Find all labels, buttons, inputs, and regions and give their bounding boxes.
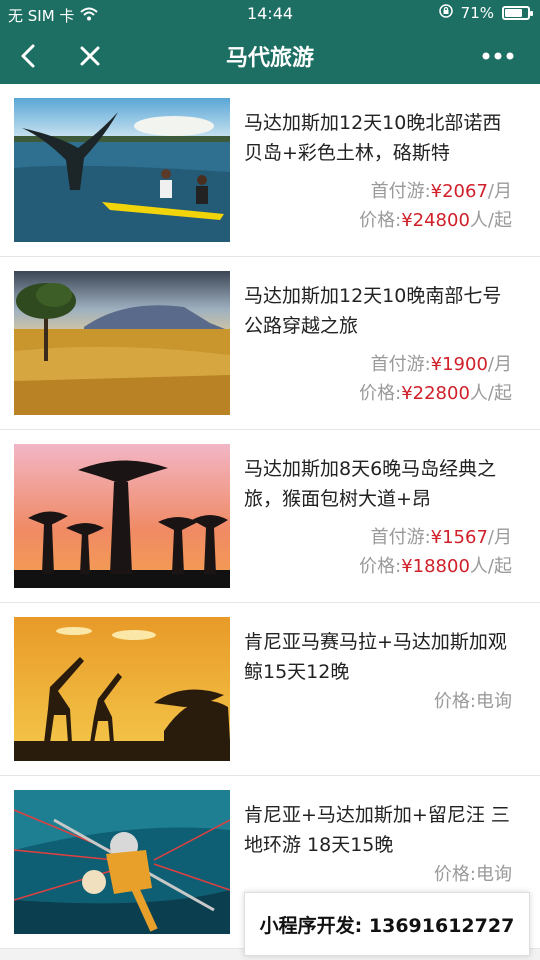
tour-thumbnail-giraffes — [14, 617, 230, 761]
tour-thumbnail-savanna — [14, 271, 230, 415]
nav-header: 马代旅游 — [0, 28, 540, 84]
price: 价格:电询 — [434, 860, 512, 886]
tour-name: 马达加斯加12天10晚南部七号公路穿越之旅 — [244, 285, 502, 337]
tour-list: 马达加斯加12天10晚北部诺西贝岛+彩色土林，硌斯特 首付游:¥2067/月 价… — [0, 84, 540, 949]
price-label: 价格: — [359, 556, 402, 577]
installment-value: ¥2067 — [430, 181, 488, 202]
price-value: 电询 — [476, 864, 512, 885]
tour-item[interactable]: 肯尼亚马赛马拉+马达加斯加观鲸15天12晚 价格:电询 — [0, 603, 540, 776]
price: 价格:电询 — [434, 687, 512, 713]
price-label: 价格: — [433, 864, 476, 885]
price-suffix: 人/起 — [469, 556, 512, 577]
tour-thumbnail-baobab — [14, 444, 230, 588]
installment-label: 首付游: — [370, 181, 431, 202]
price-label: 价格: — [433, 691, 476, 712]
installment-label: 首付游: — [370, 354, 431, 375]
installment-price: 首付游:¥1567/月 — [371, 523, 512, 549]
tour-name: 马达加斯加12天10晚北部诺西贝岛+彩色土林，硌斯特 — [244, 112, 502, 164]
installment-value: ¥1900 — [430, 354, 488, 375]
installment-value: ¥1567 — [430, 527, 488, 548]
status-bar: 无 SIM 卡 14:44 71% — [0, 0, 540, 28]
installment-label: 首付游: — [370, 527, 431, 548]
price-value: ¥18800 — [401, 556, 470, 577]
tour-name: 马达加斯加8天6晚马岛经典之旅，猴面包树大道+昂 — [244, 458, 497, 510]
tour-item[interactable]: 马达加斯加12天10晚北部诺西贝岛+彩色土林，硌斯特 首付游:¥2067/月 价… — [0, 84, 540, 257]
price: 价格:¥22800人/起 — [359, 379, 512, 405]
price-value: ¥22800 — [401, 383, 470, 404]
top-bar: 无 SIM 卡 14:44 71% 马代旅游 — [0, 0, 540, 84]
installment-suffix: /月 — [487, 181, 512, 202]
price-suffix: 人/起 — [469, 383, 512, 404]
tour-thumbnail-island — [14, 790, 230, 934]
price: 价格:¥18800人/起 — [359, 552, 512, 578]
more-button[interactable] — [476, 38, 520, 74]
page-title: 马代旅游 — [225, 46, 314, 71]
tour-name: 肯尼亚+马达加斯加+留尼汪 三地环游 18天15晚 — [244, 804, 510, 856]
battery-icon — [502, 6, 533, 20]
price-label: 价格: — [359, 383, 402, 404]
price-value: ¥24800 — [401, 210, 470, 231]
installment-suffix: /月 — [487, 354, 512, 375]
price: 价格:¥24800人/起 — [359, 206, 512, 232]
developer-contact-banner: 小程序开发: 13691612727 — [244, 892, 530, 956]
price-label: 价格: — [359, 210, 402, 231]
tour-name: 肯尼亚马赛马拉+马达加斯加观鲸15天12晚 — [244, 631, 507, 683]
installment-price: 首付游:¥1900/月 — [371, 350, 512, 376]
installment-suffix: /月 — [487, 527, 512, 548]
status-right: 71% — [438, 4, 533, 22]
price-value: 电询 — [476, 691, 512, 712]
tour-item[interactable]: 马达加斯加8天6晚马岛经典之旅，猴面包树大道+昂 首付游:¥1567/月 价格:… — [0, 430, 540, 603]
more-dots-icon — [482, 52, 514, 60]
tour-thumbnail-whale — [14, 98, 230, 242]
battery-fill — [505, 9, 523, 17]
price-suffix: 人/起 — [469, 210, 512, 231]
installment-price: 首付游:¥2067/月 — [371, 177, 512, 203]
tour-item[interactable]: 马达加斯加12天10晚南部七号公路穿越之旅 首付游:¥1900/月 价格:¥22… — [0, 257, 540, 430]
battery-percent: 71% — [460, 4, 494, 22]
orientation-lock-icon — [438, 4, 453, 22]
